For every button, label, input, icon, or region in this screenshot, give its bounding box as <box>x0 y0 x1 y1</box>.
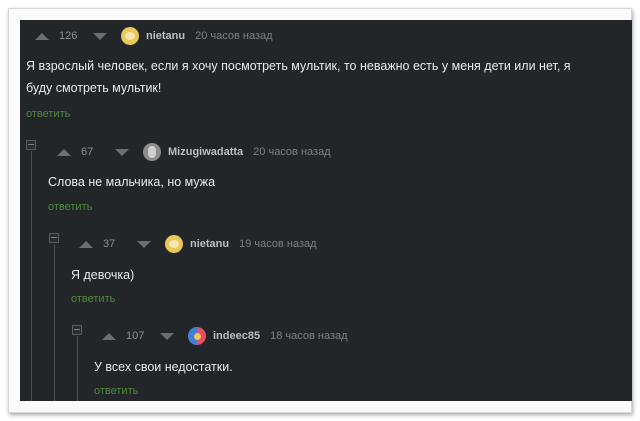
avatar[interactable] <box>188 327 206 345</box>
upvote-icon[interactable] <box>57 148 71 156</box>
timestamp[interactable]: 18 часов назад <box>270 330 347 342</box>
username[interactable]: indeec85 <box>213 330 260 342</box>
reply-link[interactable]: ответить <box>48 201 92 213</box>
username[interactable]: Mizugiwadatta <box>168 146 243 158</box>
username[interactable]: nietanu <box>146 30 185 42</box>
timestamp[interactable]: 20 часов назад <box>195 30 272 42</box>
comment-header: 37 nietanu 19 часов назад <box>79 234 317 254</box>
comment-header: 107 indeec85 18 часов назад <box>102 326 348 346</box>
comment-header: 67 Mizugiwadatta 20 часов назад <box>57 142 331 162</box>
upvote-icon[interactable] <box>102 332 116 340</box>
reply-link[interactable]: ответить <box>94 385 138 397</box>
downvote-icon[interactable] <box>115 148 129 156</box>
downvote-icon[interactable] <box>160 332 174 340</box>
thread-line[interactable] <box>77 336 78 401</box>
reply-link[interactable]: ответить <box>71 293 115 305</box>
comment-text: Я девочка) <box>71 268 135 282</box>
comments-panel: 126 nietanu 20 часов назад Я взрослый че… <box>20 20 632 401</box>
timestamp[interactable]: 20 часов назад <box>253 146 330 158</box>
comment-text: Слова не мальчика, но мужа <box>48 175 216 189</box>
username[interactable]: nietanu <box>190 238 229 250</box>
upvote-icon[interactable] <box>79 240 93 248</box>
vote-count: 107 <box>126 330 145 342</box>
comment-header: 126 nietanu 20 часов назад <box>35 26 273 46</box>
upvote-icon[interactable] <box>35 32 49 40</box>
reply-link[interactable]: ответить <box>26 108 70 120</box>
thread-line[interactable] <box>31 151 32 401</box>
collapse-thread-icon[interactable] <box>72 325 82 335</box>
downvote-icon[interactable] <box>93 32 107 40</box>
collapse-thread-icon[interactable] <box>26 140 36 150</box>
thread-line[interactable] <box>54 244 55 401</box>
downvote-icon[interactable] <box>137 240 151 248</box>
comment-text: У всех свои недостатки. <box>94 360 233 374</box>
timestamp[interactable]: 19 часов назад <box>239 238 316 250</box>
avatar[interactable] <box>165 235 183 253</box>
vote-count: 67 <box>81 146 94 158</box>
comment-text: Я взрослый человек, если я хочу посмотре… <box>26 59 571 95</box>
avatar[interactable] <box>121 27 139 45</box>
collapse-thread-icon[interactable] <box>49 233 59 243</box>
vote-count: 126 <box>59 30 78 42</box>
vote-count: 37 <box>103 238 116 250</box>
avatar[interactable] <box>143 143 161 161</box>
